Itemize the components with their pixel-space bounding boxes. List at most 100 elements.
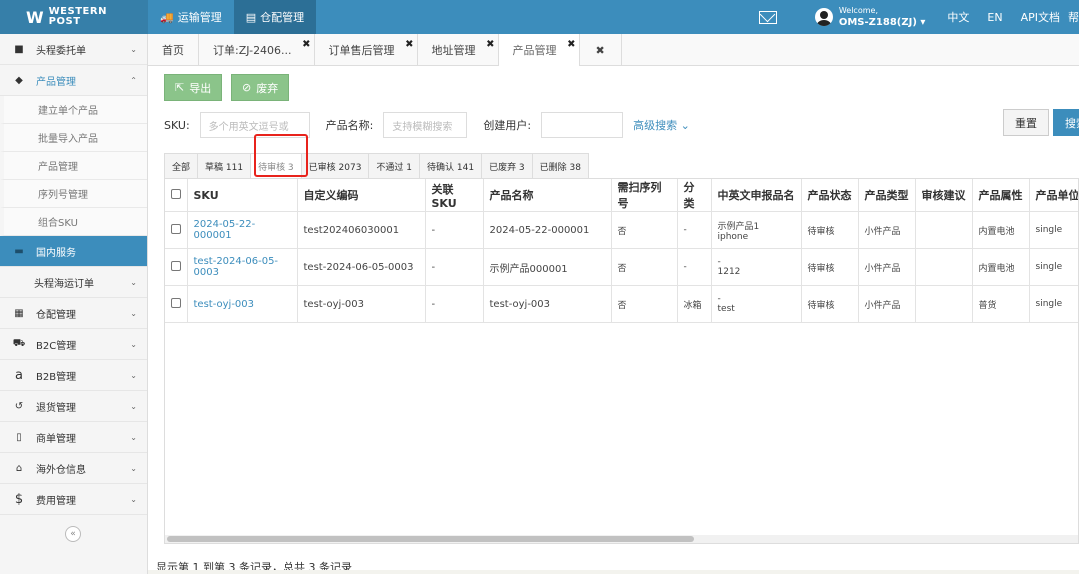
sidebar-sub-serial-mgmt[interactable]: 序列号管理 [0,180,147,208]
status-tab-deleted[interactable]: 已删除 38 [531,153,589,178]
creator-input[interactable] [541,112,624,138]
column-header[interactable]: 产品单位 [1029,179,1078,212]
sidebar-item-fees[interactable]: $ 费用管理 ⌄ [0,484,147,515]
cell-product-name: 2024-05-22-000001 [483,211,612,249]
sidebar-item-overseas[interactable]: ⌂ 海外仓信息 ⌄ [0,453,147,484]
close-icon[interactable]: ✖ [302,39,310,50]
chevron-down-icon: ⌄ [130,432,137,442]
lang-cn-link[interactable]: 中文 [947,9,969,25]
export-button[interactable]: ⇱ 导出 [164,74,223,101]
status-tab-discarded[interactable]: 已废弃 3 [481,153,533,178]
column-header[interactable]: 关联SKU [425,179,484,212]
sidebar-item-product-mgmt[interactable]: ◆ 产品管理 ⌃ [0,65,147,96]
cell-code: test202406030001 [297,211,426,249]
sidebar-item-b2b[interactable]: a B2B管理 ⌄ [0,360,147,391]
advanced-search-link[interactable]: 高级搜索 ⌄ [633,117,690,133]
close-icon[interactable]: ✖ [405,39,413,50]
reset-button[interactable]: 重置 [1003,109,1049,136]
chevron-down-icon: ⌄ [130,463,137,473]
sidebar-sub-combo-sku[interactable]: 组合SKU [0,208,147,236]
sidebar-item-first-leg-sea[interactable]: 头程海运订单 ⌄ [0,267,147,298]
column-header[interactable]: 自定义编码 [297,179,426,212]
user-menu[interactable]: Welcome, OMS-Z188(ZJ) ▾ [814,5,925,29]
tab-label: 订单售后管理 [328,44,395,57]
cell-declare-cn: - [717,257,721,267]
cell-declare-en: 1212 [717,267,741,277]
column-header[interactable]: 分类 [677,179,712,212]
briefcase-icon: ■ [14,43,24,55]
amazon-icon: a [15,367,23,383]
sku-link[interactable]: test-2024-06-05-0003 [194,256,279,278]
api-docs-link[interactable]: API文档 [1021,9,1060,25]
user-name: OMS-Z188(ZJ) [838,17,917,28]
close-icon[interactable]: ✖ [486,39,494,50]
status-tab-all[interactable]: 全部 [164,153,199,178]
status-tab-draft[interactable]: 草稿 111 [197,153,252,178]
sidebar-item-first-leg[interactable]: ■ 头程委托单 ⌄ [0,34,147,65]
search-button[interactable]: 搜索 [1053,109,1079,136]
tab-label: 地址管理 [431,44,476,57]
column-header[interactable]: 审核建议 [915,179,973,212]
sidebar-sub-batch-import[interactable]: 批量导入产品 [0,124,147,152]
cell-declare-en: iphone [717,231,749,242]
column-header[interactable]: 产品名称 [483,179,612,212]
sidebar-item-label: 头程海运订单 [34,278,94,290]
sidebar-item-returns[interactable]: ↺ 退货管理 ⌄ [0,391,147,422]
scrollbar-thumb[interactable] [167,536,694,542]
sidebar-item-label: 海外仓信息 [36,464,86,476]
tab-product-mgmt[interactable]: 产品管理 ✖ [498,34,580,66]
column-header[interactable]: SKU [187,179,298,212]
column-header[interactable]: 需扫序列号 [611,179,678,212]
status-tab-reviewed[interactable]: 已审核 2073 [300,153,370,178]
chevron-down-icon: ⌄ [130,370,137,380]
horizontal-scrollbar[interactable] [165,535,1078,543]
cell-type: 小件产品 [858,248,916,286]
tab-after-sales[interactable]: 订单售后管理 ✖ [315,34,418,66]
top-right: Welcome, OMS-Z188(ZJ) ▾ 中文 EN API文档 帮 [758,0,1079,34]
sidebar-item-domestic[interactable]: ▬ 国内服务 [0,236,147,267]
top-nav-warehouse[interactable]: ▤ 仓配管理 [233,0,317,34]
product-name-input[interactable]: 支持模糊搜索 [383,112,468,138]
table-row: 2024-05-22-000001 test202406030001 - 202… [165,211,1078,249]
sidebar-item-b2c[interactable]: ⛟ B2C管理 ⌄ [0,329,147,360]
close-all-tabs-button[interactable]: ✖ [580,34,622,66]
select-all-checkbox[interactable] [171,188,181,199]
sidebar-sub-create-product[interactable]: 建立单个产品 [0,96,147,124]
column-header[interactable]: 中英文申报品名 [711,179,802,212]
sidebar-item-label: 产品管理 [36,76,76,88]
status-tab-pending-confirm[interactable]: 待确认 141 [419,153,483,178]
row-checkbox[interactable] [171,297,181,308]
product-table: SKU 自定义编码 关联SKU 产品名称 需扫序列号 分类 中英文申报品名 产品… [164,178,1079,544]
sku-link[interactable]: test-oyj-003 [194,299,255,310]
tab-address[interactable]: 地址管理 ✖ [418,34,499,66]
chevron-down-icon: ⌄ [130,401,137,411]
top-bar: W WESTERN POST 🚚 运输管理 ▤ 仓配管理 Welcome, OM… [0,0,1079,34]
status-tab-rejected[interactable]: 不通过 1 [368,153,421,178]
sidebar-collapse-button[interactable]: « [65,526,81,542]
cell-scan-serial: 否 [611,285,678,323]
lang-en-link[interactable]: EN [987,11,1002,24]
row-checkbox[interactable] [171,260,181,271]
cell-unit: single [1029,211,1078,249]
tab-label: 产品管理 [512,44,557,57]
close-icon[interactable]: ✖ [567,39,575,50]
tab-home[interactable]: 首页 [148,34,199,66]
sidebar-item-orders[interactable]: ▯ 商单管理 ⌄ [0,422,147,453]
column-header[interactable]: 产品状态 [801,179,859,212]
tab-order[interactable]: 订单:ZJ-2406... ✖ [199,34,315,66]
tag-icon: ◆ [15,74,23,86]
cell-status: 待审核 [801,211,859,249]
grid-icon: ▦ [14,307,24,319]
column-header[interactable]: 产品属性 [972,179,1030,212]
top-nav-transport[interactable]: 🚚 运输管理 [148,0,234,34]
row-checkbox[interactable] [171,223,181,234]
mail-icon[interactable] [758,10,777,24]
help-link[interactable]: 帮 [1068,9,1079,25]
sidebar-sub-product-mgmt[interactable]: 产品管理 [0,152,147,180]
sidebar-item-warehouse[interactable]: ▦ 仓配管理 ⌄ [0,298,147,329]
sku-link[interactable]: 2024-05-22-000001 [194,219,256,241]
column-header[interactable]: 产品类型 [858,179,916,212]
discard-button[interactable]: ⊘ 废弃 [231,74,290,101]
logo[interactable]: W WESTERN POST [0,0,148,34]
dollar-icon: $ [14,491,24,507]
